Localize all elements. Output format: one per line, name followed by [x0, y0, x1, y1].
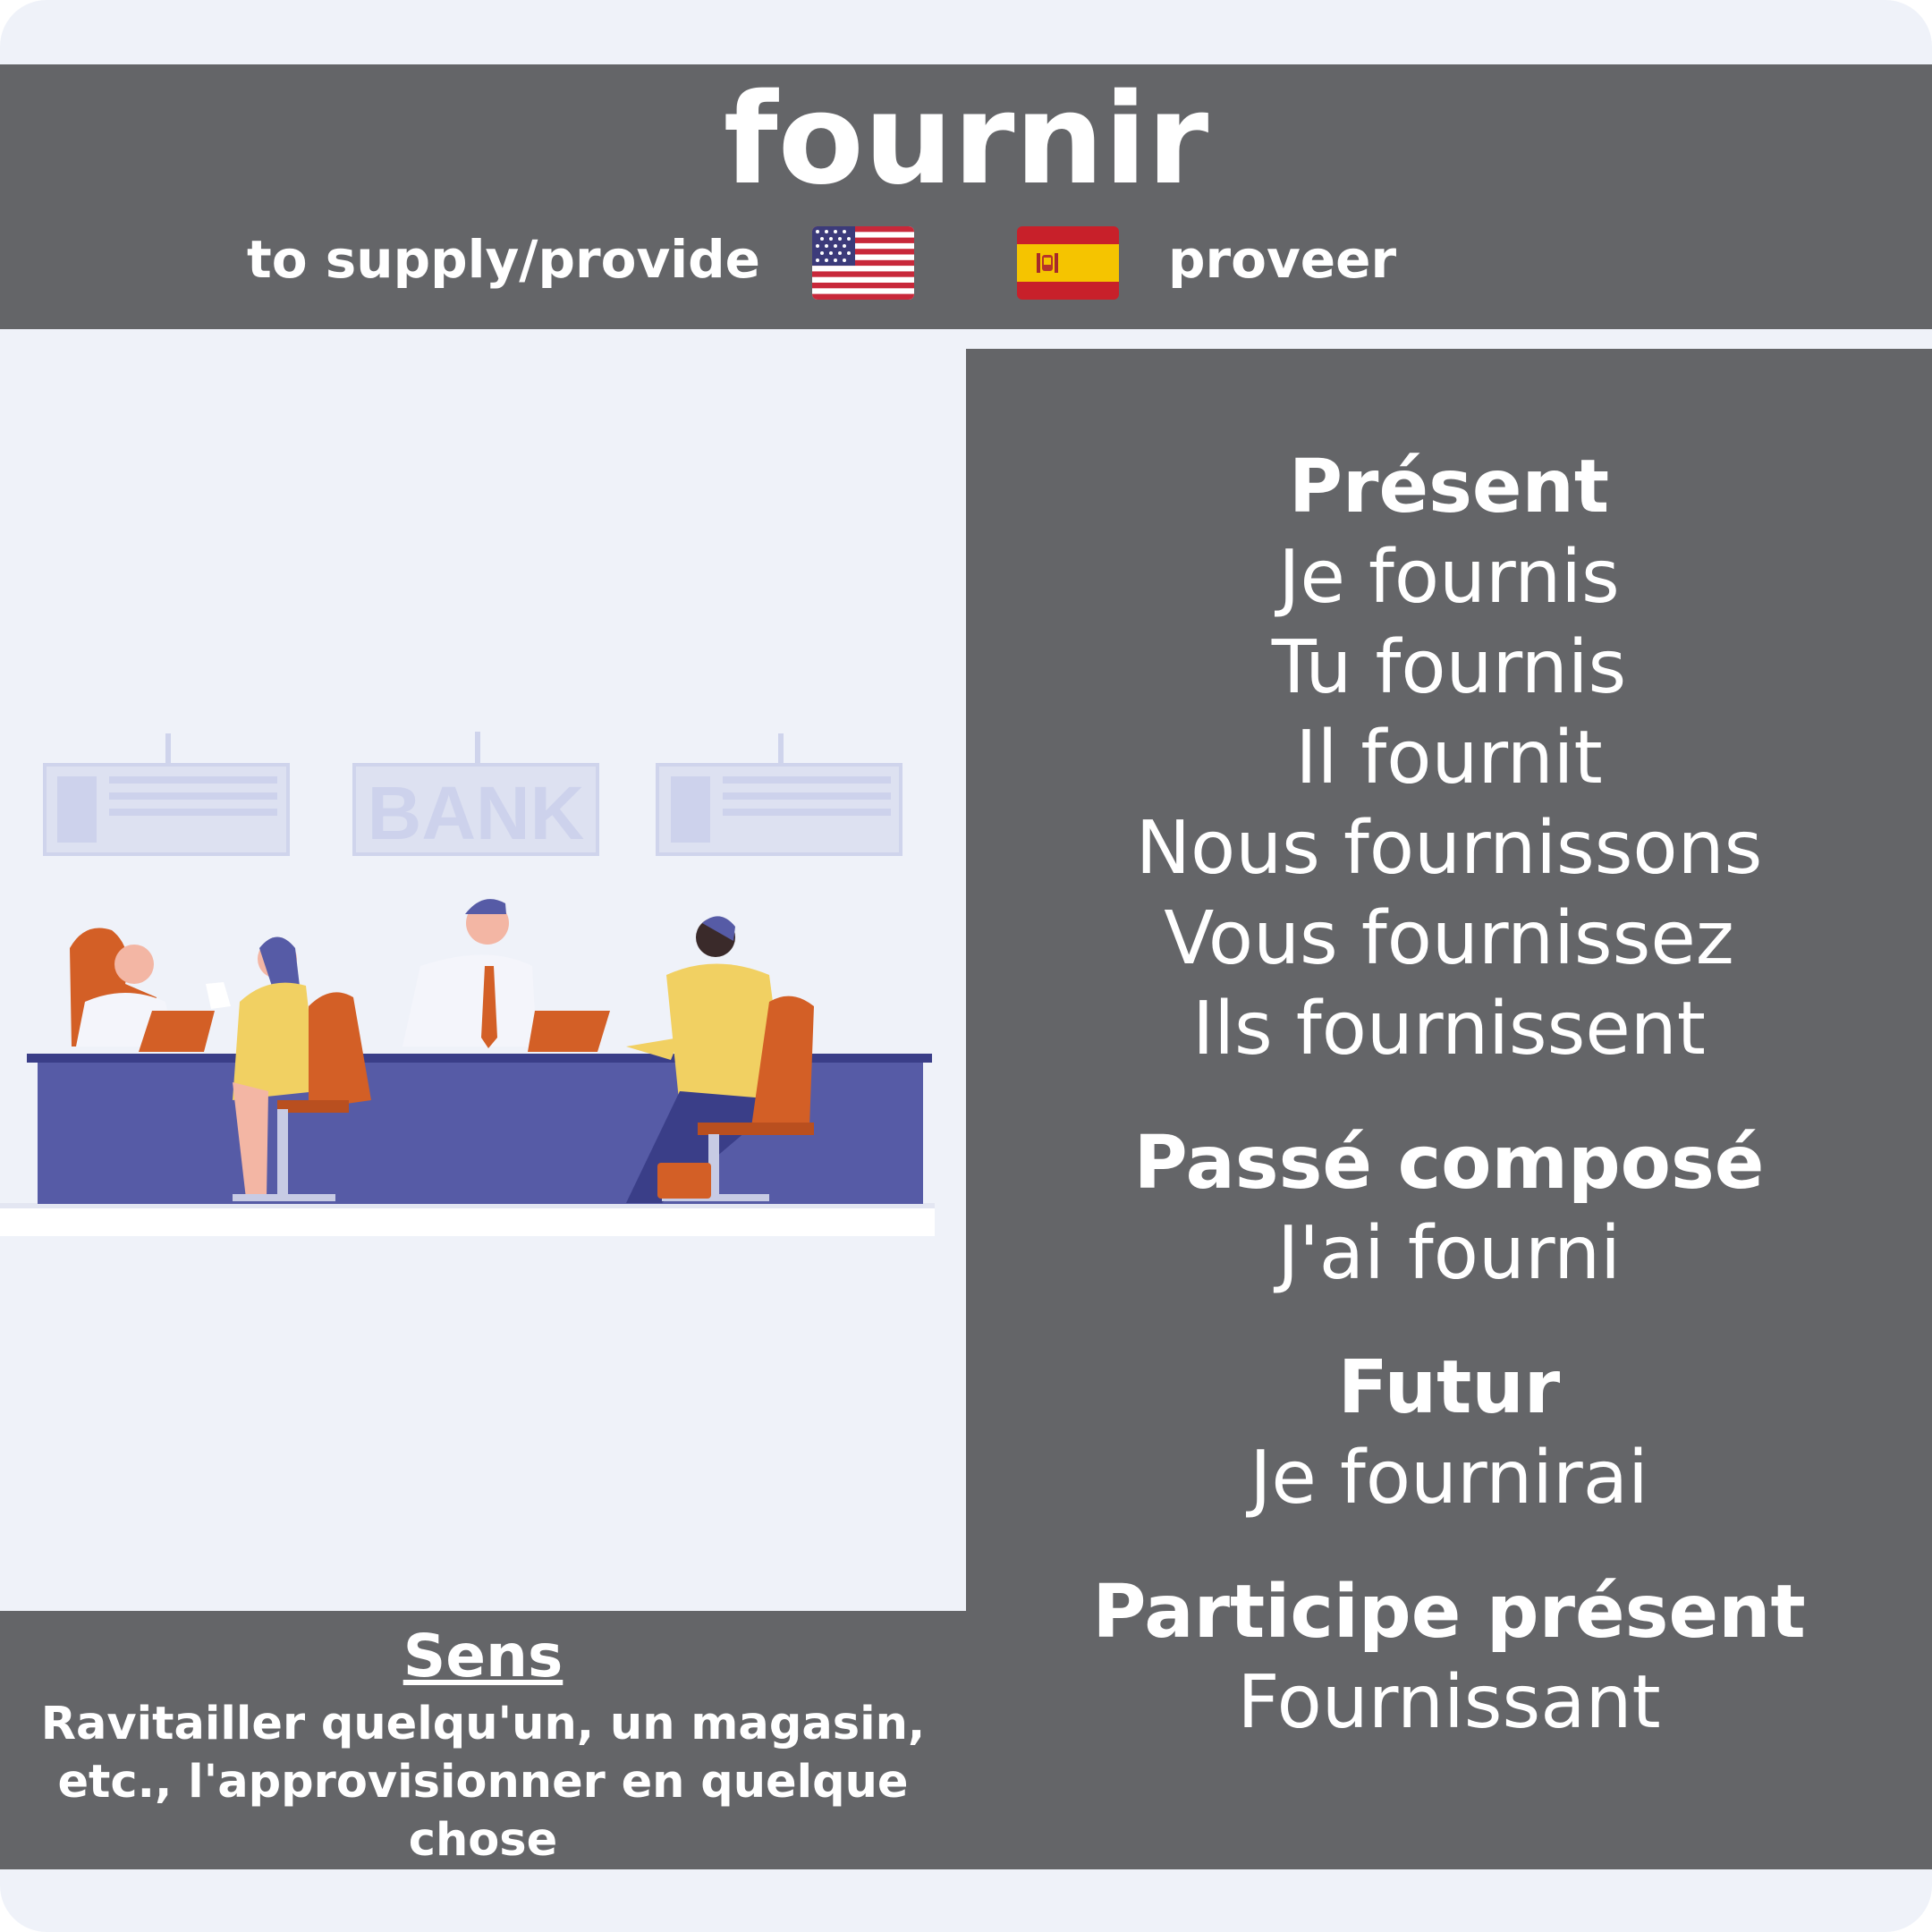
- meaning-title: Sens: [402, 1622, 564, 1690]
- tense-present-label: Présent: [1288, 445, 1610, 530]
- verb-title: fournir: [723, 67, 1209, 213]
- futur-form: Je fournirai: [1250, 1436, 1648, 1521]
- present-form-je: Je fournis: [1278, 535, 1620, 620]
- us-flag-icon: [812, 226, 914, 300]
- passe-compose-form: J'ai fourni: [1277, 1211, 1621, 1296]
- present-form-il: Il fournit: [1295, 716, 1603, 801]
- conjugation-list: Présent Je fournis Tu fournis Il fournit…: [966, 443, 1932, 1748]
- present-form-tu: Tu fournis: [1271, 625, 1627, 710]
- english-translation: to supply/provide: [247, 229, 760, 290]
- present-form-ils: Ils fournissent: [1192, 987, 1706, 1072]
- tense-participe-present-label: Participe présent: [1092, 1570, 1806, 1655]
- present-form-vous: Vous fournissez: [1164, 896, 1734, 981]
- participe-present-form: Fournissant: [1237, 1660, 1661, 1745]
- verb-card: fournir to supply/provide proveer BANK P…: [0, 0, 1932, 1932]
- present-form-nous: Nous fournissons: [1135, 806, 1763, 891]
- spanish-translation: proveer: [1168, 229, 1397, 290]
- meaning-text: Ravitailler quelqu'un, un magasin, etc.,…: [40, 1698, 926, 1867]
- tense-futur-label: Futur: [1337, 1345, 1561, 1430]
- spain-flag-icon: [1017, 226, 1119, 300]
- tense-passe-compose-label: Passé composé: [1133, 1121, 1765, 1206]
- bank-sign-text: BANK: [368, 771, 585, 855]
- bank-counter-illustration: BANK: [0, 732, 935, 1236]
